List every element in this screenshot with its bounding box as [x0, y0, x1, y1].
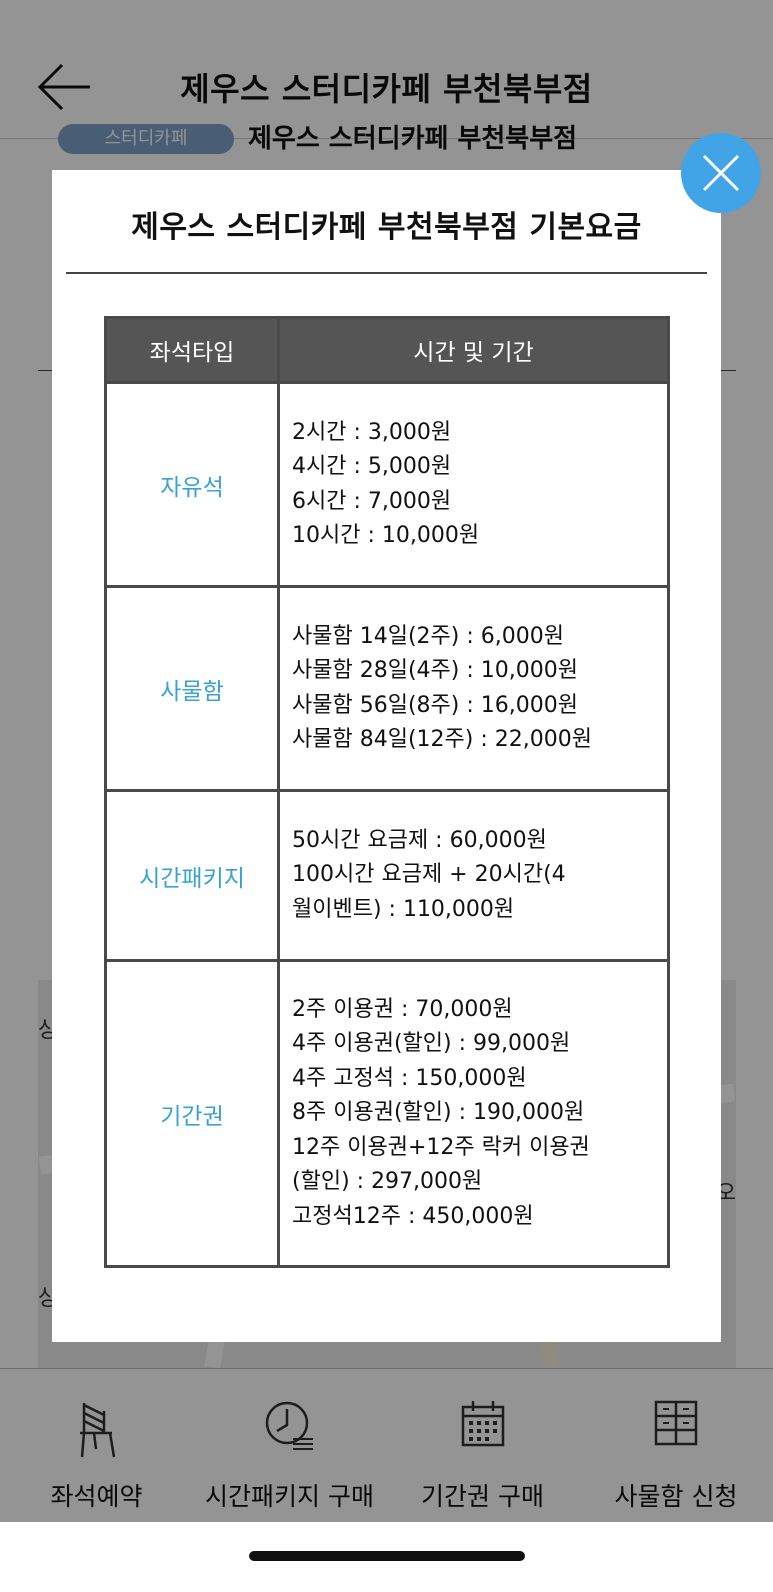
price-detail-cell: 2시간 : 3,000원 4시간 : 5,000원 6시간 : 7,000원 10시간…: [277, 381, 670, 588]
home-indicator[interactable]: [249, 1551, 525, 1561]
seat-type-cell: 기간권: [104, 959, 280, 1268]
price-line: 6시간 : 7,000원: [292, 488, 452, 514]
price-line: 사물함 28일(4주) : 10,000원: [292, 658, 578, 683]
price-line: 10시간 : 10,000원: [292, 523, 480, 548]
fee-modal: 제우스 스터디카페 부천북부점 기본요금 좌석타입 시간 및 기간 자유석 2시간…: [52, 170, 721, 1342]
price-line: 100시간 요금제 + 20시간(4: [292, 862, 566, 888]
table-row: 사물함 사물함 14일(2주) : 6,000원 사물함 28일(4주) : 10,…: [104, 585, 670, 792]
price-line: 사물함 84일(12주) : 22,000원: [292, 727, 592, 752]
price-detail-cell: 50시간 요금제 : 60,000원 100시간 요금제 + 20시간(4 월이벤트…: [277, 789, 670, 962]
price-line: 2시간 : 3,000원: [292, 419, 452, 445]
price-detail-cell: 2주 이용권 : 70,000원 4주 이용권(할인) : 99,000원 4주 고…: [277, 959, 670, 1268]
price-line: 사물함 56일(8주) : 16,000원: [292, 692, 578, 718]
price-line: 8주 이용권(할인) : 190,000원: [292, 1100, 585, 1126]
price-line: 4시간 : 5,000원: [292, 454, 452, 479]
price-line: 월이벤트) : 110,000원: [292, 896, 515, 922]
price-line: 50시간 요금제 : 60,000원: [292, 827, 547, 853]
price-line: (할인) : 297,000원: [292, 1169, 483, 1195]
table-row: 자유석 2시간 : 3,000원 4시간 : 5,000원 6시간 : 7,000원 1…: [104, 381, 670, 588]
price-line: 사물함 14일(2주) : 6,000원: [292, 623, 564, 649]
table-row: 시간패키지 50시간 요금제 : 60,000원 100시간 요금제 + 20시간(…: [104, 789, 670, 962]
seat-type-cell: 시간패키지: [104, 789, 280, 962]
column-header-seat-type: 좌석타입: [104, 316, 280, 384]
modal-divider: [66, 272, 707, 274]
price-line: 4주 고정석 : 150,000원: [292, 1065, 527, 1091]
price-line: 4주 이용권(할인) : 99,000원: [292, 1031, 571, 1057]
modal-title: 제우스 스터디카페 부천북부점 기본요금: [131, 210, 642, 245]
price-line: 12주 이용권+12주 락커 이용권: [292, 1134, 590, 1160]
price-line: 고정석12주 : 450,000원: [292, 1203, 534, 1229]
fee-table: 좌석타입 시간 및 기간 자유석 2시간 : 3,000원 4시간 : 5,000원…: [104, 316, 670, 1268]
table-header-row: 좌석타입 시간 및 기간: [104, 316, 670, 384]
price-line: 2주 이용권 : 70,000원: [292, 996, 513, 1022]
close-button[interactable]: [681, 133, 761, 213]
table-row: 기간권 2주 이용권 : 70,000원 4주 이용권(할인) : 99,000원 4…: [104, 959, 670, 1268]
seat-type-cell: 사물함: [104, 585, 280, 792]
seat-type-cell: 자유석: [104, 381, 280, 588]
price-detail-cell: 사물함 14일(2주) : 6,000원사물함 28일(4주) : 10,000…: [277, 585, 670, 792]
close-icon: [702, 154, 740, 192]
column-header-time-period: 시간 및 기간: [277, 316, 670, 384]
